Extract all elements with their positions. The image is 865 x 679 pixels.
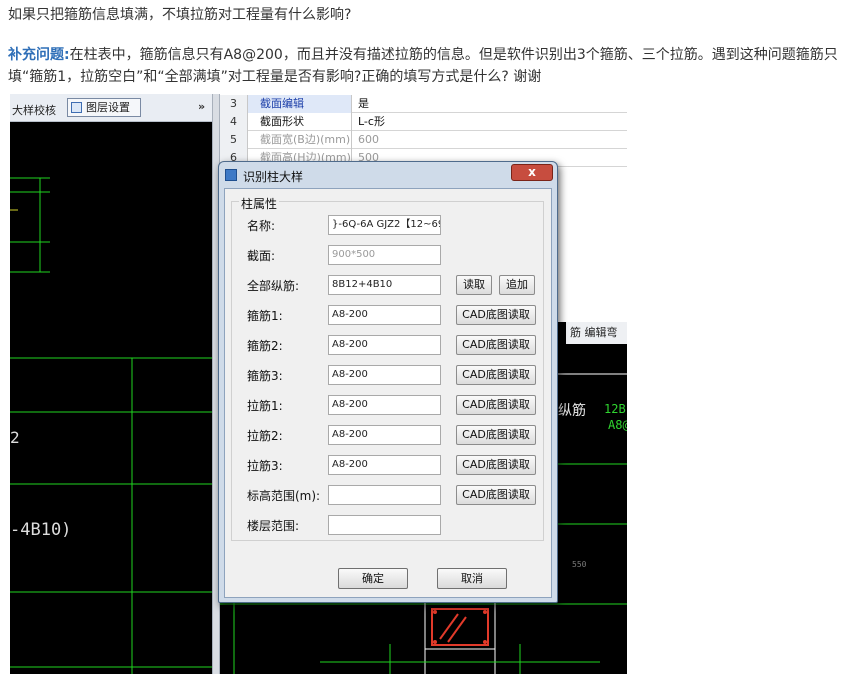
tie2-label: 拉筋2: <box>247 429 283 443</box>
close-button[interactable]: x <box>511 164 553 181</box>
tie2-input[interactable]: A8-200 <box>328 425 441 445</box>
floor-range-label: 楼层范围: <box>247 519 300 533</box>
stirrup3-cad-read-button[interactable]: CAD底图读取 <box>456 365 536 385</box>
tie3-input[interactable]: A8-200 <box>328 455 441 475</box>
name-input[interactable]: }-6Q-6A GJZ2【12~69】 <box>328 215 441 235</box>
stirrup3-label: 箍筋3: <box>247 369 283 383</box>
table-row[interactable]: 5 截面宽(B边)(mm) 600 <box>220 131 627 149</box>
tie3-label: 拉筋3: <box>247 459 283 473</box>
floor-range-input[interactable] <box>328 515 441 535</box>
ok-button[interactable]: 确定 <box>338 568 408 589</box>
cad-label-mid: 2 <box>10 428 20 447</box>
tie1-cad-read-button[interactable]: CAD底图读取 <box>456 395 536 415</box>
section-input: 900*500 <box>328 245 441 265</box>
property-name: 截面形状 <box>248 113 352 131</box>
layer-icon <box>71 102 82 113</box>
cancel-button[interactable]: 取消 <box>437 568 507 589</box>
stirrup1-input[interactable]: A8-200 <box>328 305 441 325</box>
elevation-range-input[interactable] <box>328 485 441 505</box>
cad-label-stirrup: A8@1 <box>608 418 627 432</box>
cad-dimension: 550 <box>572 560 587 569</box>
expand-icon[interactable]: » <box>198 100 205 113</box>
edit-hook-menu[interactable]: 筋 编辑弯钩 <box>566 322 627 361</box>
property-value[interactable]: 600 <box>354 131 379 149</box>
left-toolbar: 大样校核 图层设置 » <box>10 94 212 122</box>
question-title: 如果只把箍筋信息填满，不填拉筋对工程量有什么影响? <box>8 7 352 23</box>
dialog-title: 识别柱大样 <box>243 170 304 184</box>
elevation-cad-read-button[interactable]: CAD底图读取 <box>456 485 536 505</box>
table-row[interactable]: 4 截面形状 L-c形 <box>220 113 627 131</box>
property-value[interactable]: 是 <box>354 95 369 113</box>
app-icon <box>225 169 237 181</box>
all-longitudinal-input[interactable]: 8B12+4B10 <box>328 275 441 295</box>
property-value[interactable]: L-c形 <box>354 113 385 131</box>
supplement-question: 补充问题:在柱表中，箍筋信息只有A8@200，而且并没有描述拉筋的信息。但是软件… <box>8 44 858 88</box>
stirrup2-label: 箍筋2: <box>247 339 283 353</box>
row-number: 4 <box>220 113 248 131</box>
stirrup2-input[interactable]: A8-200 <box>328 335 441 355</box>
supplement-text: 在柱表中，箍筋信息只有A8@200，而且并没有描述拉筋的信息。但是软件识别出3个… <box>8 47 838 85</box>
tie1-input[interactable]: A8-200 <box>328 395 441 415</box>
stirrup1-cad-read-button[interactable]: CAD底图读取 <box>456 305 536 325</box>
table-row[interactable]: 3 截面编辑 是 <box>220 95 627 113</box>
row-number: 3 <box>220 95 248 113</box>
cad-label-rebar: 12B1 <box>604 402 627 416</box>
elevation-range-label: 标高范围(m): <box>247 489 321 503</box>
supplement-tag: 补充问题: <box>8 47 70 63</box>
tie3-cad-read-button[interactable]: CAD底图读取 <box>456 455 536 475</box>
group-label: 柱属性 <box>239 195 280 212</box>
property-name: 截面宽(B边)(mm) <box>248 131 352 149</box>
name-label: 名称: <box>247 219 276 233</box>
cad-label-zongjin: 纵筋 <box>558 403 586 419</box>
detail-check-button[interactable]: 大样校核 <box>12 102 56 118</box>
row-number: 5 <box>220 131 248 149</box>
dialog-titlebar[interactable]: 识别柱大样 x <box>219 162 557 188</box>
read-button[interactable]: 读取 <box>456 275 492 295</box>
append-button[interactable]: 追加 <box>499 275 535 295</box>
recognize-column-detail-dialog: 识别柱大样 x 柱属性 名称: }-6Q-6A GJZ2【12~69】 截面: … <box>218 161 558 603</box>
layer-settings-label: 图层设置 <box>86 101 130 114</box>
cad-label-bottom: -4B10) <box>10 520 72 540</box>
section-label: 截面: <box>247 249 276 263</box>
left-cad-canvas[interactable]: 2 -4B10) <box>10 122 212 674</box>
stirrup3-input[interactable]: A8-200 <box>328 365 441 385</box>
tie2-cad-read-button[interactable]: CAD底图读取 <box>456 425 536 445</box>
layer-settings-button[interactable]: 图层设置 <box>67 98 141 117</box>
stirrup1-label: 箍筋1: <box>247 309 283 323</box>
left-cad-drawing <box>10 177 212 674</box>
tie1-label: 拉筋1: <box>247 399 283 413</box>
property-name: 截面编辑 <box>248 95 352 113</box>
stirrup2-cad-read-button[interactable]: CAD底图读取 <box>456 335 536 355</box>
dialog-body: 柱属性 名称: }-6Q-6A GJZ2【12~69】 截面: 900*500 … <box>224 188 552 598</box>
all-longitudinal-label: 全部纵筋: <box>247 279 300 293</box>
